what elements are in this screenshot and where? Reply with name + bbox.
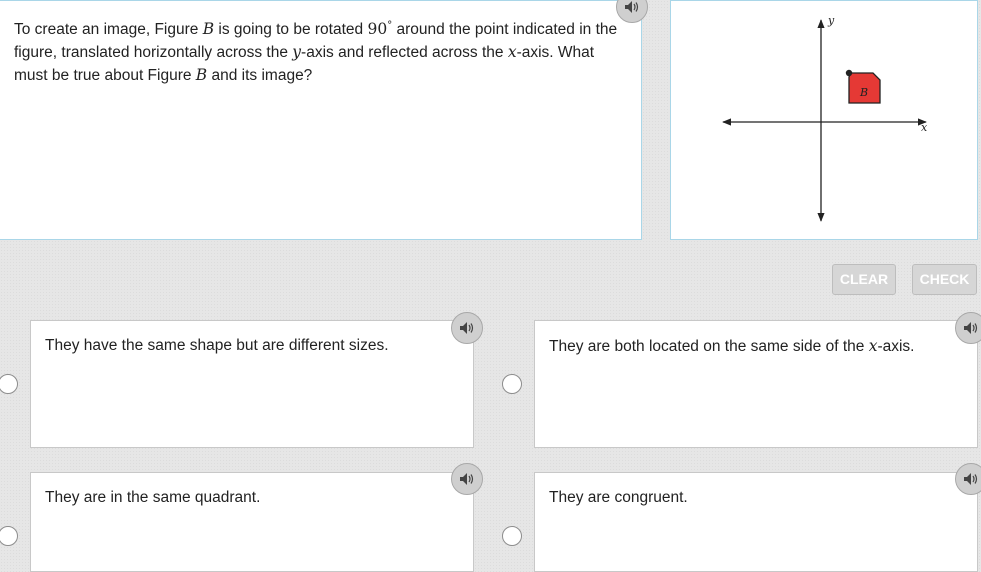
y-axis-label: y	[827, 14, 835, 27]
question-text: To create an image, Figure B is going to…	[14, 15, 629, 87]
choice-1-audio-button[interactable]	[451, 312, 483, 344]
choice-3-audio-button[interactable]	[451, 463, 483, 495]
clear-button[interactable]: CLEAR	[832, 264, 896, 295]
answer-text-part: They are both located on the same side o…	[549, 338, 869, 355]
choice-3-radio[interactable]	[0, 526, 18, 546]
choice-4-audio-button[interactable]	[955, 463, 981, 495]
speaker-icon	[964, 473, 978, 485]
figure-variable: B	[202, 20, 215, 39]
answer-choice-text: They are congruent.	[549, 489, 688, 506]
angle-value: 90	[367, 20, 388, 39]
speaker-icon	[625, 1, 639, 13]
question-text-part: -axis and reflected across the	[301, 44, 508, 62]
choice-1-radio[interactable]	[0, 374, 18, 394]
figure-b-label: B	[859, 86, 868, 99]
figure-variable: B	[195, 66, 208, 85]
rotation-point	[845, 69, 853, 77]
choice-4-radio[interactable]	[502, 526, 522, 546]
question-text-part: is going to be rotated	[214, 21, 368, 39]
y-variable: y	[292, 43, 302, 62]
answer-text-part: -axis.	[877, 338, 915, 355]
coordinate-graph: x y B	[722, 14, 928, 222]
speaker-icon	[460, 322, 474, 334]
speaker-icon	[460, 473, 474, 485]
answer-choice-text: They have the same shape but are differe…	[45, 337, 389, 354]
answer-choice-3[interactable]: They are in the same quadrant.	[30, 472, 474, 572]
answer-choice-text: They are both located on the same side o…	[549, 337, 914, 356]
speaker-icon	[964, 322, 978, 334]
check-button[interactable]: CHECK	[912, 264, 977, 295]
answer-choice-2[interactable]: They are both located on the same side o…	[534, 320, 978, 448]
answer-choice-4[interactable]: They are congruent.	[534, 472, 978, 572]
answer-choice-1[interactable]: They have the same shape but are differe…	[30, 320, 474, 448]
x-axis-label: x	[921, 121, 928, 134]
question-panel: To create an image, Figure B is going to…	[0, 0, 642, 240]
answer-choice-text: They are in the same quadrant.	[45, 489, 261, 506]
graph-panel: x y B	[670, 0, 978, 240]
question-text-part: To create an image, Figure	[14, 21, 203, 39]
choice-2-audio-button[interactable]	[955, 312, 981, 344]
x-variable: x	[507, 43, 517, 62]
question-text-part: and its image?	[207, 67, 313, 85]
choice-2-radio[interactable]	[502, 374, 522, 394]
